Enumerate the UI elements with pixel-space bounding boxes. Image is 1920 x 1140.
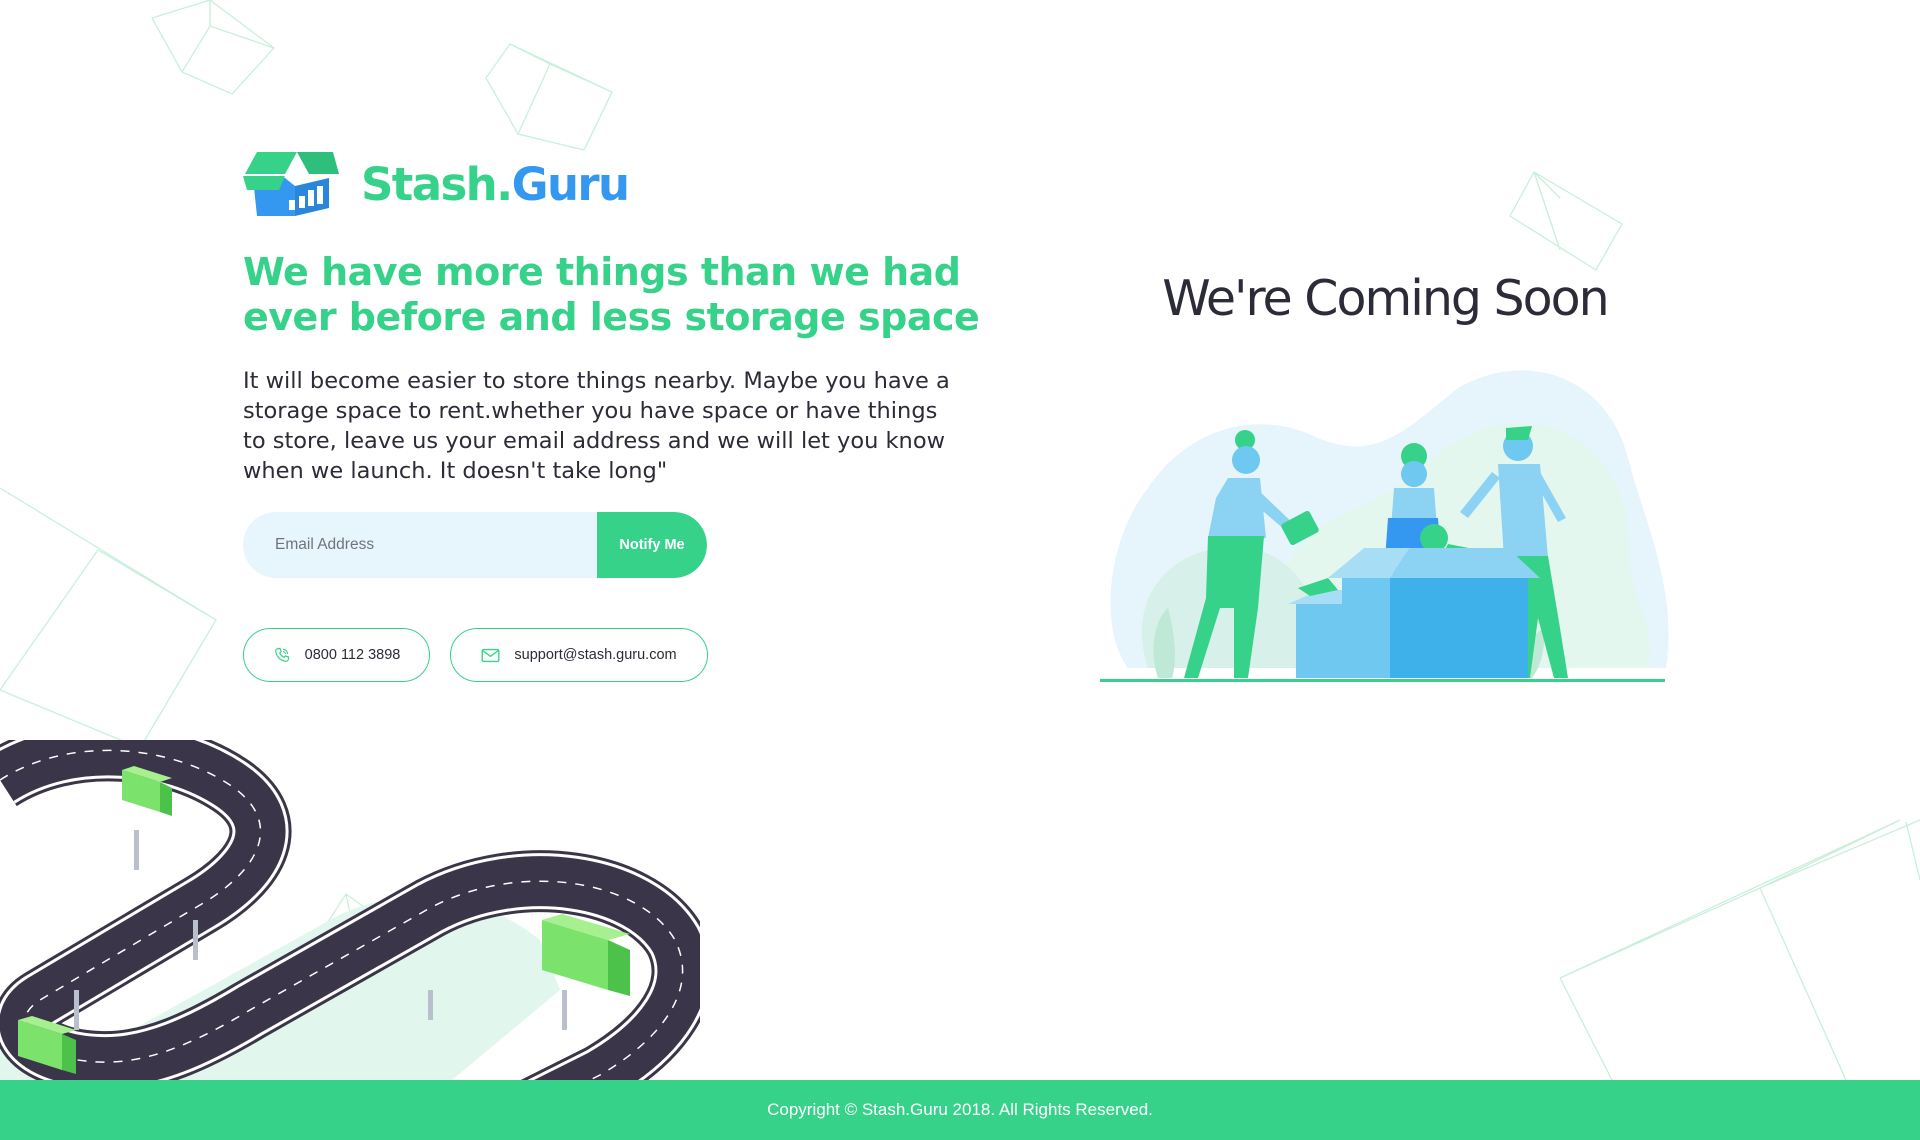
brand-name-part1: Stash. (361, 157, 513, 211)
brand-name-part2: Guru (511, 157, 630, 211)
notify-me-button[interactable]: Notify Me (597, 512, 707, 578)
envelope-icon (481, 648, 500, 662)
coming-soon-title: We're Coming Soon (1162, 270, 1609, 327)
phone-number: 0800 112 3898 (304, 647, 401, 663)
people-packing-boxes-illustration (1100, 370, 1669, 682)
phone-icon (274, 647, 289, 662)
hero-description: It will become easier to store things ne… (243, 368, 950, 484)
copyright-text: Copyright © Stash.Guru 2018. All Rights … (767, 1100, 1153, 1119)
footer: Copyright © Stash.Guru 2018. All Rights … (0, 1080, 1920, 1140)
storage-box-logo-icon (243, 152, 339, 216)
brand-logo[interactable]: Stash.Guru (243, 150, 630, 218)
email-input[interactable] (243, 512, 597, 578)
notify-form: Notify Me (243, 512, 707, 578)
brand-name: Stash.Guru (361, 162, 630, 207)
support-email: support@stash.guru.com (514, 647, 677, 663)
phone-contact-button[interactable]: 0800 112 3898 (243, 628, 430, 682)
email-contact-button[interactable]: support@stash.guru.com (450, 628, 708, 682)
hero-headline: We have more things than we had ever bef… (243, 250, 980, 339)
